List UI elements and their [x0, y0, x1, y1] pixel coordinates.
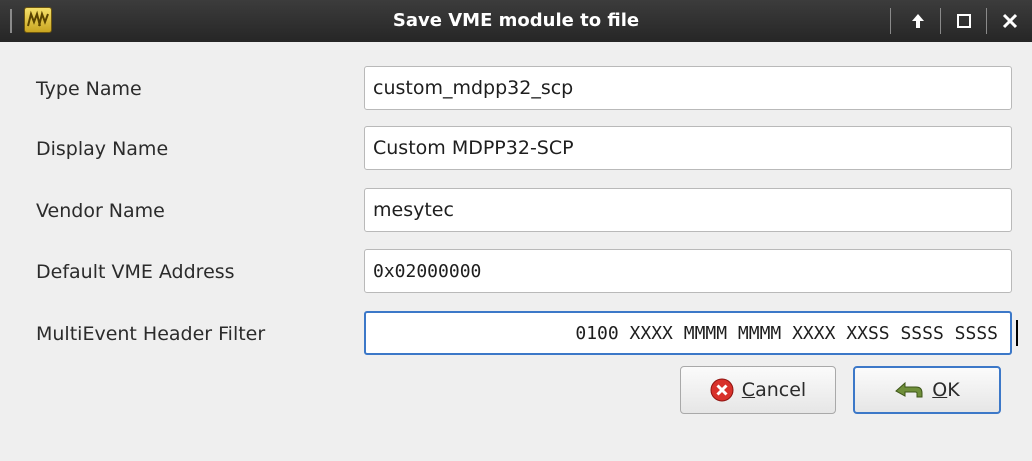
window-title: Save VME module to file: [392, 10, 640, 31]
form-row-default-vme-address: Default VME Address: [0, 249, 1032, 295]
keep-above-button[interactable]: [900, 6, 936, 36]
close-icon: [1002, 13, 1018, 29]
up-arrow-icon: [912, 14, 924, 28]
display-name-label: Display Name: [36, 138, 169, 160]
form-row-multievent-header-filter: MultiEvent Header Filter: [0, 311, 1032, 357]
type-name-label: Type Name: [36, 78, 142, 100]
multievent-header-filter-label: MultiEvent Header Filter: [36, 323, 266, 345]
title-bar[interactable]: Save VME module to file: [0, 0, 1032, 42]
multievent-header-filter-input[interactable]: [364, 311, 1012, 355]
form-row-display-name: Display Name: [0, 126, 1032, 172]
maximize-icon: [957, 14, 971, 28]
ok-button[interactable]: OK: [853, 366, 1001, 414]
vendor-name-label: Vendor Name: [36, 200, 165, 222]
close-button[interactable]: [992, 6, 1028, 36]
titlebar-separator: [940, 8, 941, 34]
titlebar-separator: [890, 8, 891, 34]
cancel-button[interactable]: Cancel: [680, 366, 836, 414]
titlebar-separator: [986, 8, 987, 34]
default-vme-address-input[interactable]: [364, 249, 1012, 293]
cancel-icon: [710, 378, 734, 402]
cancel-label: Cancel: [741, 379, 807, 401]
maximize-button[interactable]: [946, 6, 982, 36]
default-vme-address-label: Default VME Address: [36, 261, 235, 283]
form-row-type-name: Type Name: [0, 66, 1032, 112]
save-module-dialog: Save VME module to file Type Name Displa…: [0, 0, 1032, 461]
vendor-name-input[interactable]: [364, 188, 1012, 232]
text-caret: [1016, 320, 1018, 346]
ok-label: OK: [932, 379, 960, 401]
type-name-input[interactable]: [364, 66, 1012, 110]
ok-arrow-icon: [895, 381, 923, 398]
form-row-vendor-name: Vendor Name: [0, 188, 1032, 234]
display-name-input[interactable]: [364, 126, 1012, 170]
